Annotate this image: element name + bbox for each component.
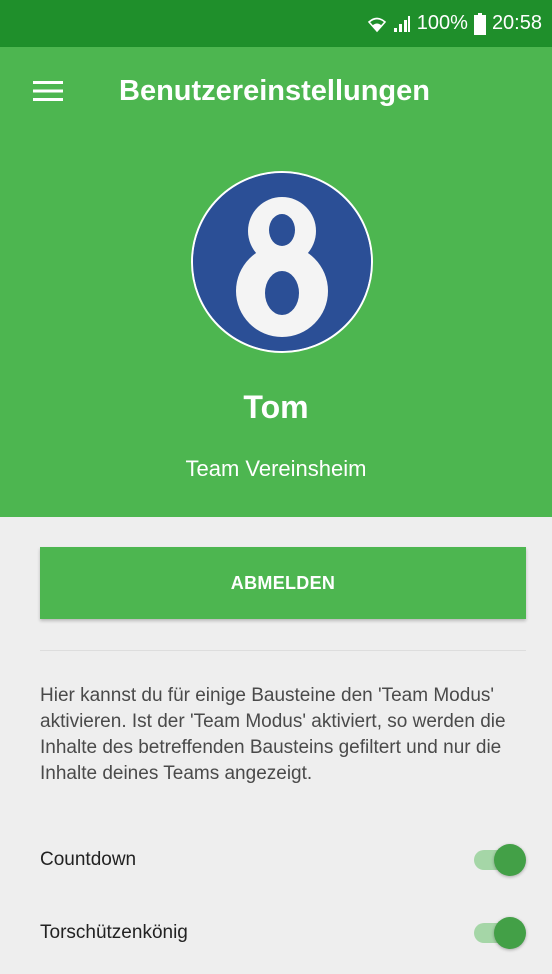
setting-row-countdown: Countdown — [40, 836, 526, 884]
wifi-icon — [367, 14, 387, 34]
profile-team: Team Vereinsheim — [185, 456, 367, 481]
setting-row-torschuetzenkoenig: Torschützenkönig — [40, 909, 526, 957]
battery-icon — [473, 12, 486, 35]
page-title: Benutzereinstellungen — [119, 74, 430, 107]
signal-icon — [393, 15, 411, 33]
profile-name: Tom — [243, 389, 309, 425]
divider — [40, 650, 526, 651]
profile-header: Tom Team Vereinsheim — [0, 135, 552, 517]
number-eight-avatar-icon — [193, 173, 371, 351]
setting-label-torschuetzenkoenig: Torschützenkönig — [40, 922, 188, 943]
hamburger-menu-icon[interactable] — [32, 79, 64, 103]
status-bar: 100% 20:58 — [0, 0, 552, 47]
app-bar: Benutzereinstellungen — [0, 47, 552, 135]
toggle-torschuetzenkoenig[interactable] — [470, 915, 526, 951]
setting-label-countdown: Countdown — [40, 849, 137, 870]
logout-button[interactable]: ABMELDEN — [40, 547, 526, 619]
clock: 20:58 — [491, 12, 542, 34]
toggle-thumb — [494, 917, 526, 949]
battery-percent: 100% — [416, 12, 468, 34]
toggle-countdown[interactable] — [470, 842, 526, 878]
avatar — [191, 171, 373, 353]
team-mode-description: Hier kannst du für einige Bausteine den … — [40, 685, 506, 784]
toggle-thumb — [494, 844, 526, 876]
